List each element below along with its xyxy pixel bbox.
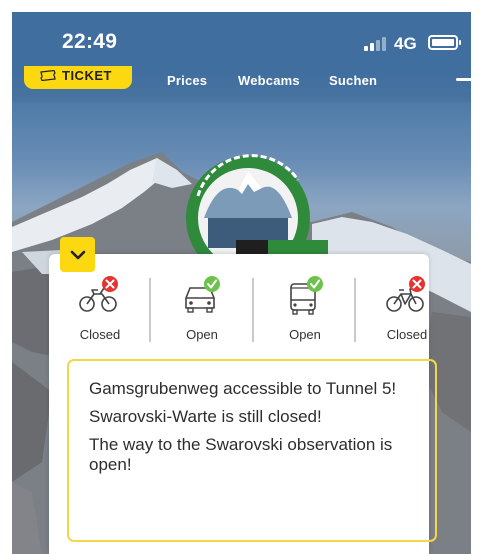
divider (354, 278, 356, 342)
road-status-panel: Closed Open Open Closed Gamsgrubenweg ac… (49, 254, 437, 554)
nav-link-webcams[interactable]: Webcams (238, 73, 300, 88)
notice-box: Gamsgrubenweg accessible to Tunnel 5! Sw… (67, 359, 437, 542)
car-icon (185, 276, 220, 313)
battery-icon (428, 35, 461, 50)
bicycle-icon (386, 276, 425, 312)
status-motorcycle: Closed (52, 274, 148, 344)
motorcycle-status-label: Closed (79, 327, 121, 342)
status-car: Open (154, 274, 250, 344)
app-screen: 22:49 4G TICKET Prices Webcams Suchen Cl… (12, 12, 471, 554)
nav-link-prices[interactable]: Prices (167, 73, 207, 88)
ticket-icon (40, 70, 56, 81)
ticket-button[interactable]: TICKET (24, 66, 132, 89)
bus-icon (290, 276, 323, 315)
status-bicycle: Closed (359, 274, 455, 344)
signal-strength-icon (364, 37, 394, 51)
motorcycle-icon (79, 276, 118, 312)
clock-time: 22:49 (62, 30, 118, 53)
nav-link-search[interactable]: Suchen (329, 73, 377, 88)
divider (252, 278, 254, 342)
status-bus: Open (257, 274, 353, 344)
collapse-toggle-button[interactable] (60, 237, 95, 272)
ticket-label: TICKET (62, 68, 112, 83)
chevron-down-icon (70, 250, 85, 259)
menu-icon[interactable] (456, 78, 471, 81)
network-type: 4G (394, 34, 417, 53)
notice-line: Swarovski-Warte is still closed! (89, 407, 322, 426)
top-navigation: TICKET Prices Webcams Suchen (12, 66, 471, 102)
bus-status-label: Open (289, 327, 321, 342)
status-bar: 22:49 4G (12, 12, 471, 68)
bicycle-status-label: Closed (386, 327, 428, 342)
car-status-label: Open (186, 327, 218, 342)
notice-line: Gamsgrubenweg accessible to Tunnel 5! (89, 379, 397, 398)
vehicle-status-row: Closed Open Open Closed (49, 274, 429, 344)
notice-line: The way to the Swarovski observation is … (89, 435, 393, 474)
divider (149, 278, 151, 342)
